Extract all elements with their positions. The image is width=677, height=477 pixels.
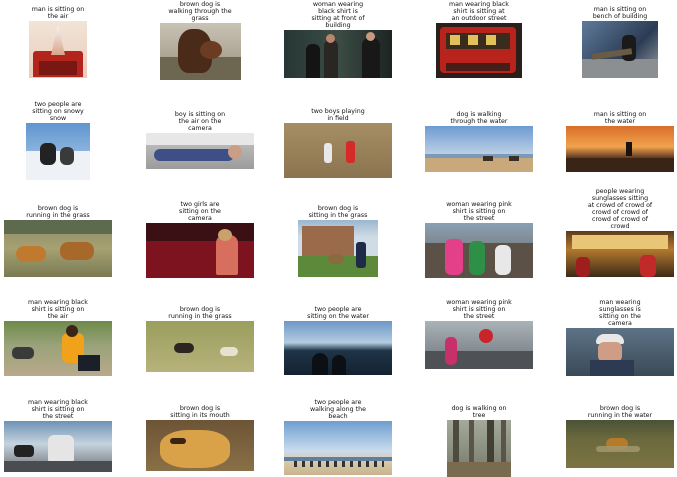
image-caption: man is sitting on bench of building <box>592 6 648 20</box>
photo-thumbnail <box>566 420 674 468</box>
image-caption: brown dog is running in the grass <box>168 306 232 320</box>
grid-cell: brown dog is sitting in the grass <box>280 205 396 277</box>
grid-cell: boy is sitting on the air on the camera <box>142 111 258 169</box>
grid-cell: brown dog is running in the grass <box>0 205 116 277</box>
image-caption: brown dog is sitting in the grass <box>308 205 368 219</box>
grid-cell: woman wearing pink shirt is sitting on t… <box>421 201 537 278</box>
photo-thumbnail <box>284 30 392 78</box>
photo-thumbnail <box>159 23 241 80</box>
image-caption: brown dog is running in the water <box>587 405 653 419</box>
photo-thumbnail <box>284 123 392 178</box>
photo-thumbnail <box>425 223 533 278</box>
image-caption: man is sitting on the air <box>31 6 85 20</box>
photo-thumbnail <box>4 421 112 472</box>
image-caption: man wearing black shirt is sitting at an… <box>449 1 509 22</box>
photo-thumbnail <box>26 123 90 180</box>
photo-thumbnail <box>425 321 533 369</box>
photo-thumbnail <box>436 23 522 78</box>
photo-thumbnail <box>284 321 392 375</box>
grid-cell: brown dog is walking through the grass <box>142 1 258 80</box>
photo-thumbnail <box>566 328 674 376</box>
grid-cell: man wearing sunglasses is sitting on the… <box>562 299 677 376</box>
photo-thumbnail <box>298 220 378 277</box>
photo-thumbnail <box>566 126 674 172</box>
image-caption: woman wearing black shirt is sitting at … <box>311 1 365 29</box>
grid-cell: people wearing sunglasses sitting at cro… <box>562 188 677 277</box>
grid-cell: two people are sitting on the water <box>280 306 396 375</box>
image-caption: two people are walking along the beach <box>310 399 366 420</box>
photo-thumbnail <box>582 21 658 78</box>
grid-cell: woman wearing black shirt is sitting at … <box>280 1 396 78</box>
photo-thumbnail <box>4 220 112 277</box>
grid-cell: brown dog is running in the grass <box>142 306 258 372</box>
image-caption: two people are sitting on snowy snow <box>32 101 84 122</box>
photo-thumbnail <box>284 421 392 475</box>
image-caption: two boys playing in field <box>311 108 365 122</box>
image-caption: brown dog is running in the grass <box>26 205 90 219</box>
photo-thumbnail <box>146 321 254 372</box>
grid-cell: woman wearing pink shirt is sitting on t… <box>421 299 537 369</box>
image-caption: boy is sitting on the air on the camera <box>174 111 226 132</box>
grid-cell: man wearing black shirt is sitting on th… <box>0 299 116 376</box>
image-caption: dog is walking through the water <box>450 111 508 125</box>
image-caption: people wearing sunglasses sitting at cro… <box>587 188 653 230</box>
image-caption: man is sitting on the water <box>593 111 647 125</box>
photo-thumbnail <box>146 133 254 169</box>
image-caption: two girls are sitting on the camera <box>179 201 221 222</box>
image-caption: man wearing sunglasses is sitting on the… <box>599 299 641 327</box>
image-caption: dog is walking on tree <box>451 405 507 419</box>
grid-cell: man wearing black shirt is sitting at an… <box>421 1 537 78</box>
image-caption: brown dog is sitting in its mouth <box>170 405 230 419</box>
image-caption: brown dog is walking through the grass <box>168 1 232 22</box>
photo-thumbnail <box>146 223 254 278</box>
grid-cell: man is sitting on the water <box>562 111 677 172</box>
grid-cell: two girls are sitting on the camera <box>142 201 258 278</box>
grid-cell: man is sitting on the air <box>0 6 116 78</box>
image-caption: man wearing black shirt is sitting on th… <box>28 399 88 420</box>
grid-cell: dog is walking through the water <box>421 111 537 172</box>
grid-cell: two boys playing in field <box>280 108 396 178</box>
photo-thumbnail <box>425 126 533 172</box>
grid-cell: brown dog is running in the water <box>562 405 677 468</box>
photo-thumbnail <box>566 231 674 277</box>
photo-thumbnail <box>4 321 112 376</box>
grid-cell: two people are walking along the beach <box>280 399 396 475</box>
photo-thumbnail <box>29 21 87 78</box>
image-caption: woman wearing pink shirt is sitting on t… <box>446 201 512 222</box>
photo-thumbnail <box>447 420 511 477</box>
image-caption: two people are sitting on the water <box>307 306 369 320</box>
grid-cell: man wearing black shirt is sitting on th… <box>0 399 116 472</box>
grid-cell: man is sitting on bench of building <box>562 6 677 78</box>
image-caption: woman wearing pink shirt is sitting on t… <box>446 299 512 320</box>
grid-cell: two people are sitting on snowy snow <box>0 101 116 180</box>
photo-thumbnail <box>146 420 254 471</box>
grid-cell: brown dog is sitting in its mouth <box>142 405 258 471</box>
image-caption: man wearing black shirt is sitting on th… <box>28 299 88 320</box>
grid-cell: dog is walking on tree <box>421 405 537 477</box>
